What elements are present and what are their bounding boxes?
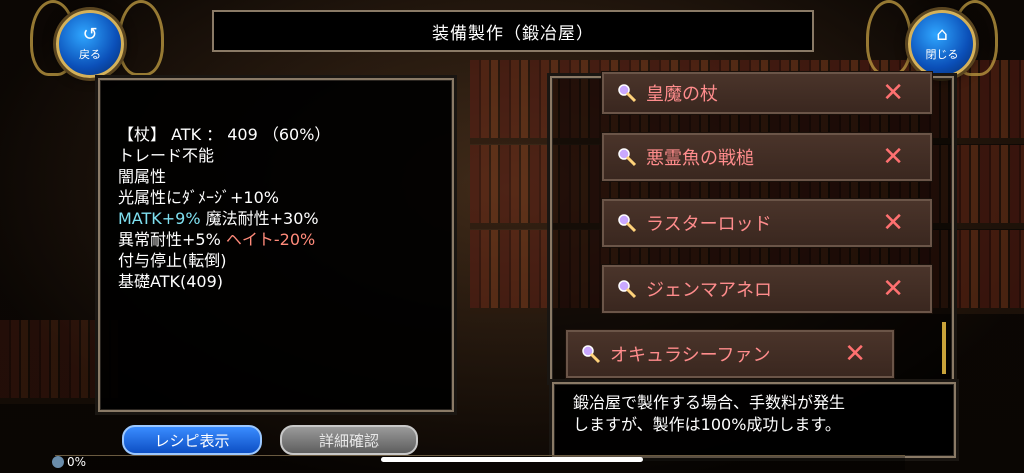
close-label: 閉じる bbox=[925, 48, 959, 61]
close-button[interactable]: ⌂ 閉じる bbox=[908, 10, 976, 78]
page-title: 装備製作（鍛冶屋） bbox=[212, 10, 814, 52]
weapon-stat-line: トレード不能 bbox=[118, 146, 215, 165]
description-line: しますが、製作は100%成功します。 bbox=[573, 415, 841, 434]
weapon-stat-line: 付与停止(転倒) bbox=[118, 251, 227, 270]
return-arrow-icon: ↺ bbox=[82, 24, 98, 45]
back-button[interactable]: ↺ 戻る bbox=[56, 10, 124, 78]
progress-icon bbox=[52, 456, 64, 468]
description-line: 鍛冶屋で製作する場合、手数料が発生 bbox=[573, 393, 846, 412]
matk-stat: MATK+9% bbox=[118, 209, 201, 228]
list-item-name: オキュラシーファン bbox=[610, 345, 771, 366]
wand-icon bbox=[616, 278, 638, 300]
progress-label: 0% bbox=[67, 455, 87, 469]
weapon-stat-line: 基礎ATK(409) bbox=[118, 272, 223, 291]
list-item-name: 皇魔の杖 bbox=[646, 84, 718, 105]
wand-icon bbox=[580, 343, 602, 365]
wand-icon bbox=[616, 82, 638, 104]
back-label: 戻る bbox=[79, 48, 101, 61]
list-item-name: 悪霊魚の戦槌 bbox=[646, 148, 754, 169]
home-icon: ⌂ bbox=[936, 24, 948, 45]
page-title-text: 装備製作（鍛冶屋） bbox=[432, 23, 594, 44]
status-resist-stat: 異常耐性+5% bbox=[118, 230, 226, 249]
list-item[interactable]: 悪霊魚の戦槌 ✕ bbox=[602, 133, 932, 181]
home-indicator[interactable] bbox=[381, 457, 643, 462]
details-button[interactable]: 詳細確認 bbox=[280, 425, 418, 455]
list-item[interactable]: ジェンマアネロ ✕ bbox=[602, 265, 932, 313]
ornament-right bbox=[866, 0, 912, 76]
weapon-stats: 【杖】 ATK ： 409 （60%） トレード不能 闇属性 光属性にﾀﾞﾒｰｼ… bbox=[118, 124, 330, 292]
details-label: 詳細確認 bbox=[318, 431, 379, 450]
weapon-stat-line: 【杖】 ATK ： 409 （60%） bbox=[118, 125, 331, 144]
wand-icon bbox=[616, 212, 638, 234]
weapon-stat-line: 光属性にﾀﾞﾒｰｼﾞ+10% bbox=[118, 188, 279, 207]
unavailable-mark: ✕ bbox=[882, 78, 904, 108]
wand-icon bbox=[616, 146, 638, 168]
description-text: 鍛冶屋で製作する場合、手数料が発生 しますが、製作は100%成功します。 bbox=[573, 392, 845, 436]
list-item[interactable]: 皇魔の杖 ✕ bbox=[602, 72, 932, 114]
list-item-selected[interactable]: オキュラシーファン ✕ bbox=[566, 330, 894, 378]
unavailable-mark: ✕ bbox=[882, 142, 904, 172]
list-item-name: ラスターロッド bbox=[646, 214, 772, 235]
recipe-display-label: レシピ表示 bbox=[154, 431, 230, 450]
weapon-stat-line: MATK+9% 魔法耐性+30% bbox=[118, 208, 330, 229]
list-scrollbar[interactable] bbox=[942, 322, 946, 374]
magic-resist-stat: 魔法耐性+30% bbox=[200, 209, 319, 228]
hate-stat: ヘイト-20% bbox=[225, 230, 316, 249]
recipe-display-button[interactable]: レシピ表示 bbox=[122, 425, 262, 455]
unavailable-mark: ✕ bbox=[844, 339, 866, 369]
list-item-name: ジェンマアネロ bbox=[646, 280, 772, 301]
progress-indicator: 0% bbox=[52, 455, 86, 469]
weapon-stat-line: 異常耐性+5% ヘイト-20% bbox=[118, 229, 330, 250]
ornament-left bbox=[118, 0, 164, 76]
weapon-stat-line: 闇属性 bbox=[118, 167, 167, 186]
list-item[interactable]: ラスターロッド ✕ bbox=[602, 199, 932, 247]
unavailable-mark: ✕ bbox=[882, 208, 904, 238]
unavailable-mark: ✕ bbox=[882, 274, 904, 304]
